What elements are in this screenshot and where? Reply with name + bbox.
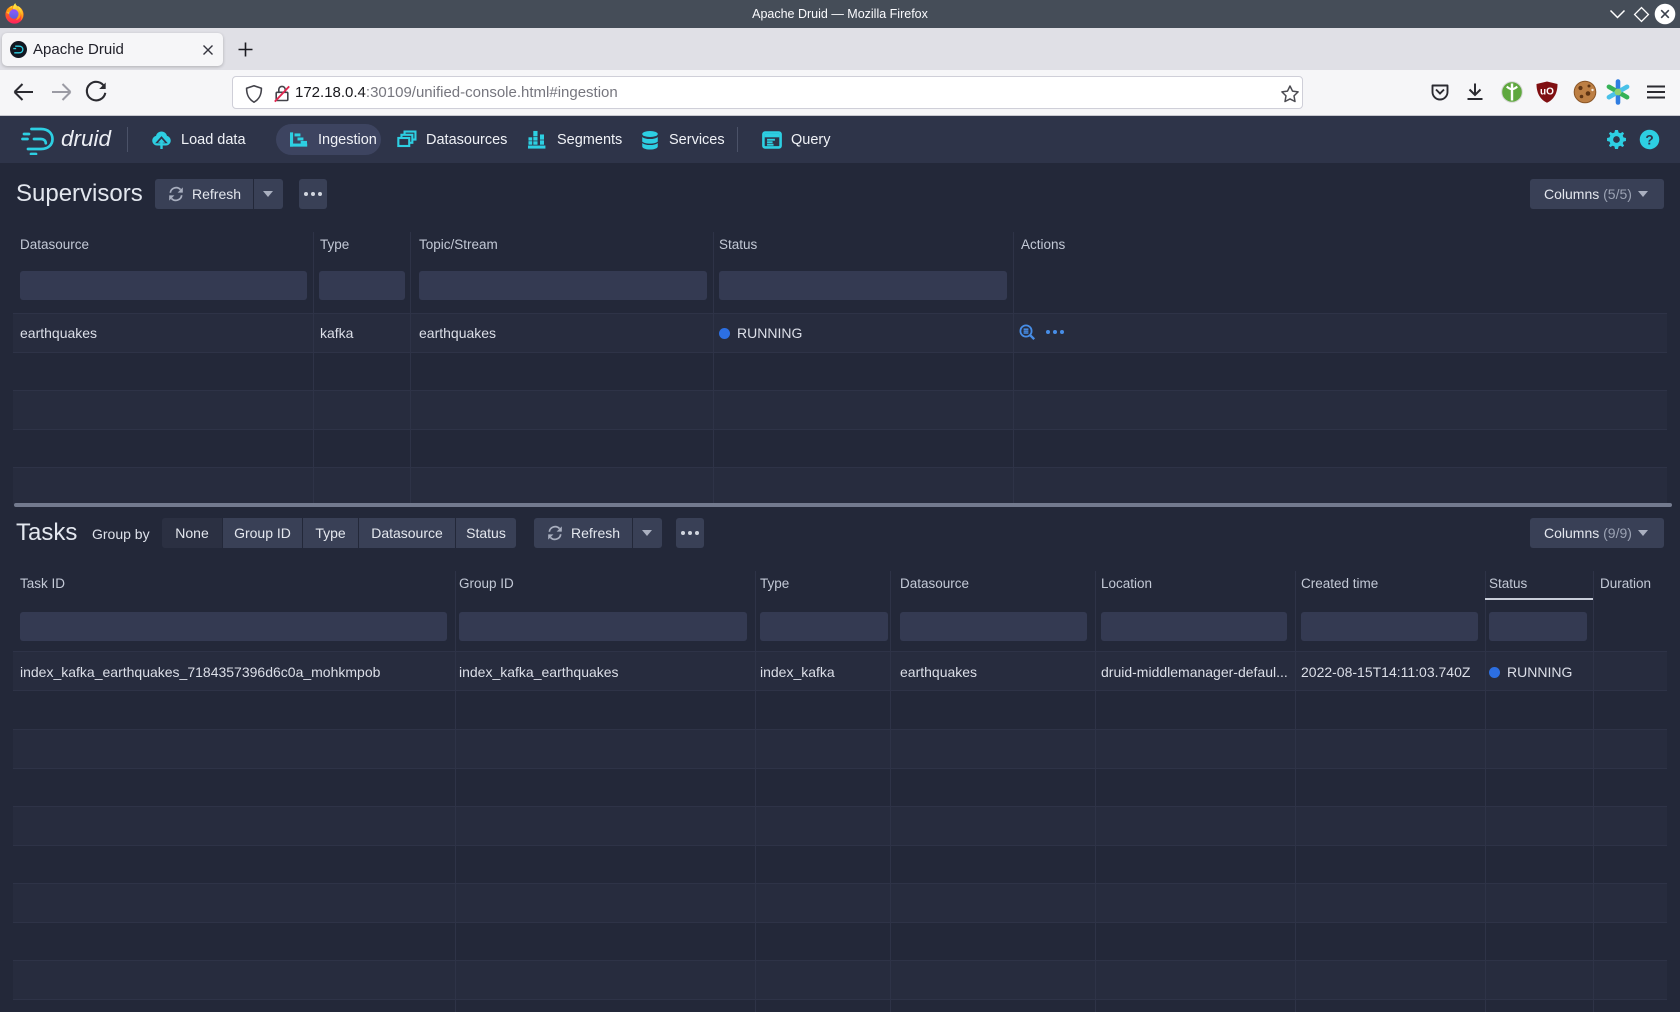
svg-text:?: ? — [1645, 132, 1653, 147]
svg-text:uO: uO — [1540, 87, 1554, 98]
